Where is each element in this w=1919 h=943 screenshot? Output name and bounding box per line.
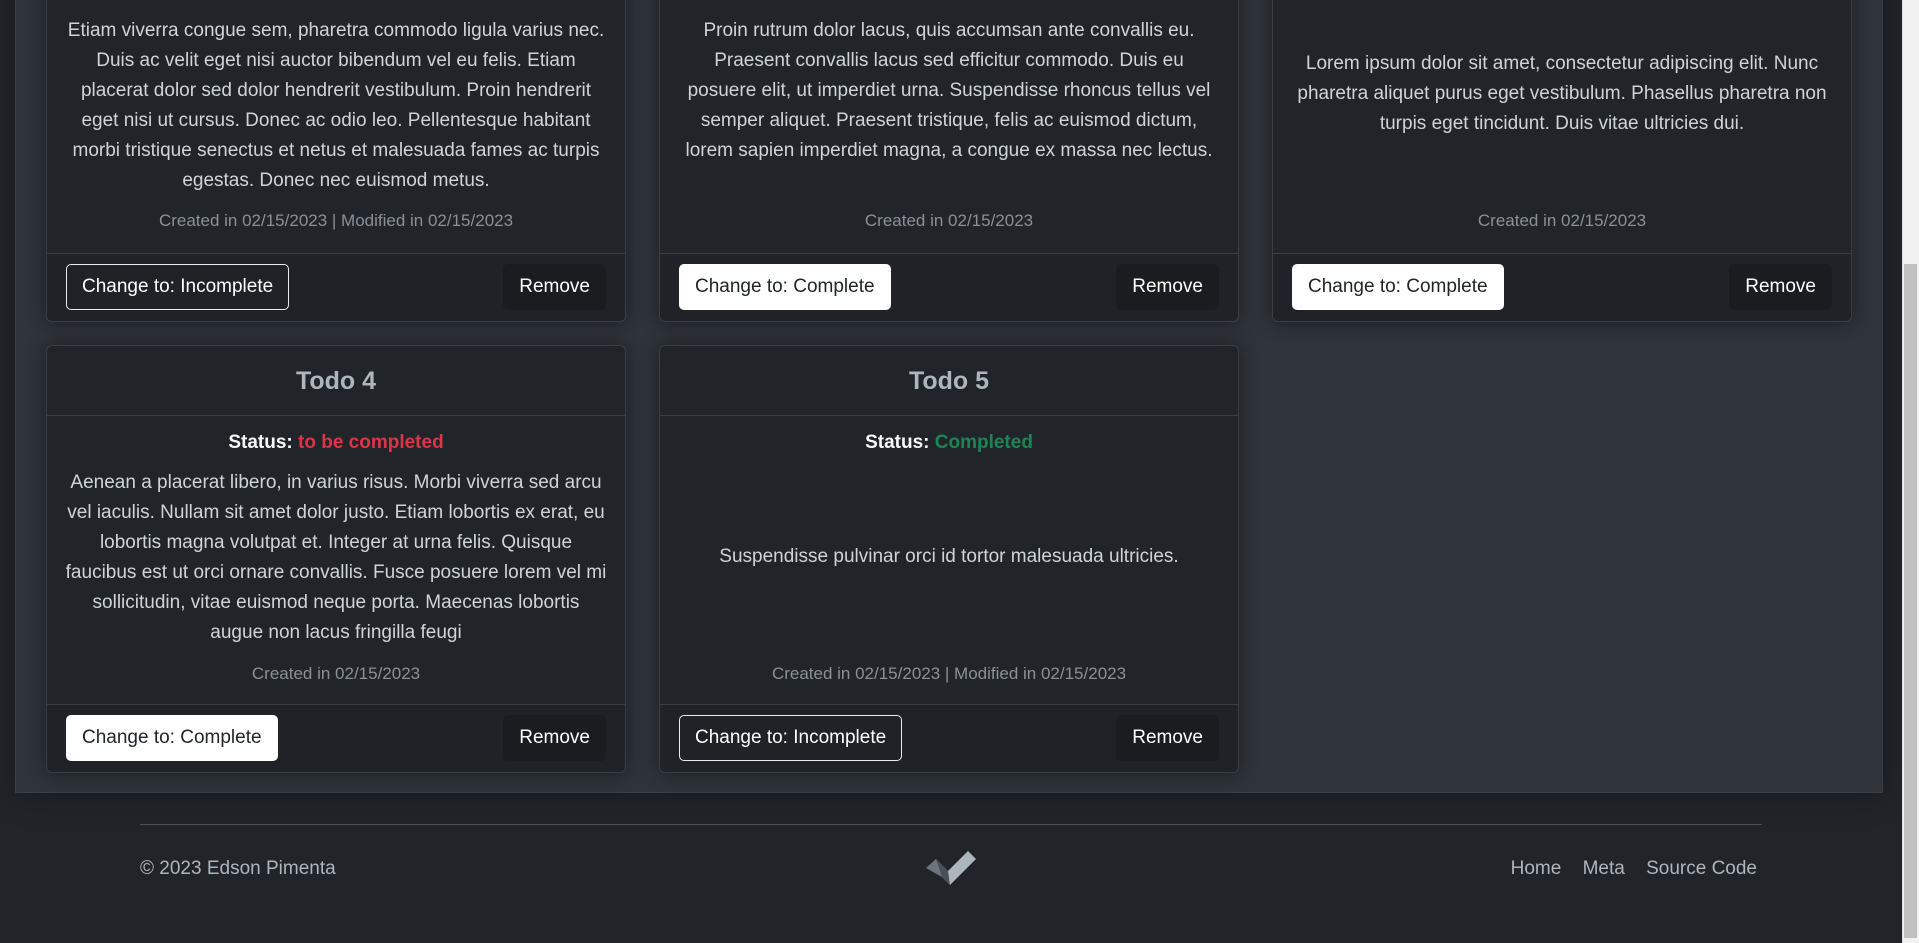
status-label: Status: bbox=[228, 432, 293, 453]
todo-description: Etiam viverra congue sem, pharetra commo… bbox=[67, 20, 605, 191]
status-value: Completed bbox=[934, 432, 1033, 453]
card-footer: Change to: Incomplete Remove bbox=[660, 704, 1238, 772]
todo-description: Aenean a placerat libero, in varius risu… bbox=[65, 472, 607, 643]
todo-dates: Created in 02/15/2023 | Modified in 02/1… bbox=[158, 211, 514, 230]
viewport: Etiam viverra congue sem, pharetra commo… bbox=[0, 0, 1902, 943]
card-footer: Change to: Incomplete Remove bbox=[47, 253, 625, 321]
remove-button[interactable]: Remove bbox=[503, 715, 606, 761]
status-value: to be completed bbox=[298, 432, 444, 453]
scrollbar-thumb[interactable] bbox=[1904, 264, 1917, 938]
footer-link-meta[interactable]: Meta bbox=[1583, 858, 1625, 879]
footer-divider bbox=[140, 824, 1762, 825]
todo-description: Proin rutrum dolor lacus, quis accumsan … bbox=[685, 20, 1213, 161]
todo-dates: Created in 02/15/2023 bbox=[1477, 211, 1647, 230]
todo-status: Status: to be completed bbox=[47, 432, 625, 454]
toggle-status-button[interactable]: Change to: Incomplete bbox=[66, 264, 290, 310]
remove-button[interactable]: Remove bbox=[1729, 264, 1832, 310]
todo-title: Todo 4 bbox=[47, 346, 625, 416]
remove-button[interactable]: Remove bbox=[503, 264, 606, 310]
card-footer: Change to: Complete Remove bbox=[47, 704, 625, 772]
card-footer: Change to: Complete Remove bbox=[1273, 253, 1851, 321]
remove-button[interactable]: Remove bbox=[1116, 715, 1219, 761]
card-footer: Change to: Complete Remove bbox=[660, 253, 1238, 321]
copyright-text: © 2023 Edson Pimenta bbox=[140, 858, 336, 879]
todo-title: Todo 5 bbox=[660, 346, 1238, 416]
todo-dates: Created in 02/15/2023 bbox=[864, 211, 1034, 230]
toggle-status-button[interactable]: Change to: Incomplete bbox=[679, 715, 903, 761]
todo-description: Suspendisse pulvinar orci id tortor male… bbox=[719, 546, 1179, 567]
footer-link-home[interactable]: Home bbox=[1511, 858, 1562, 879]
remove-button[interactable]: Remove bbox=[1116, 264, 1219, 310]
todo-status: Status: Completed bbox=[660, 432, 1238, 454]
toggle-status-button[interactable]: Change to: Complete bbox=[679, 264, 891, 310]
todo-card: Lorem ipsum dolor sit amet, consectetur … bbox=[1272, 0, 1852, 322]
status-label: Status: bbox=[865, 432, 930, 453]
todo-dates: Created in 02/15/2023 bbox=[251, 664, 421, 683]
footer-link-source-code[interactable]: Source Code bbox=[1646, 858, 1757, 879]
todo-dates: Created in 02/15/2023 | Modified in 02/1… bbox=[771, 664, 1127, 683]
footer-nav: Home Meta Source Code bbox=[1495, 858, 1757, 880]
todo-card: Proin rutrum dolor lacus, quis accumsan … bbox=[659, 0, 1239, 322]
toggle-status-button[interactable]: Change to: Complete bbox=[1292, 264, 1504, 310]
todo-card: Todo 5 Status: Completed Suspendisse pul… bbox=[659, 345, 1239, 773]
todo-description: Lorem ipsum dolor sit amet, consectetur … bbox=[1297, 53, 1827, 134]
todo-card: Etiam viverra congue sem, pharetra commo… bbox=[46, 0, 626, 322]
checkmark-logo-icon[interactable] bbox=[922, 846, 978, 890]
todo-card: Todo 4 Status: to be completed Aenean a … bbox=[46, 345, 626, 773]
toggle-status-button[interactable]: Change to: Complete bbox=[66, 715, 278, 761]
